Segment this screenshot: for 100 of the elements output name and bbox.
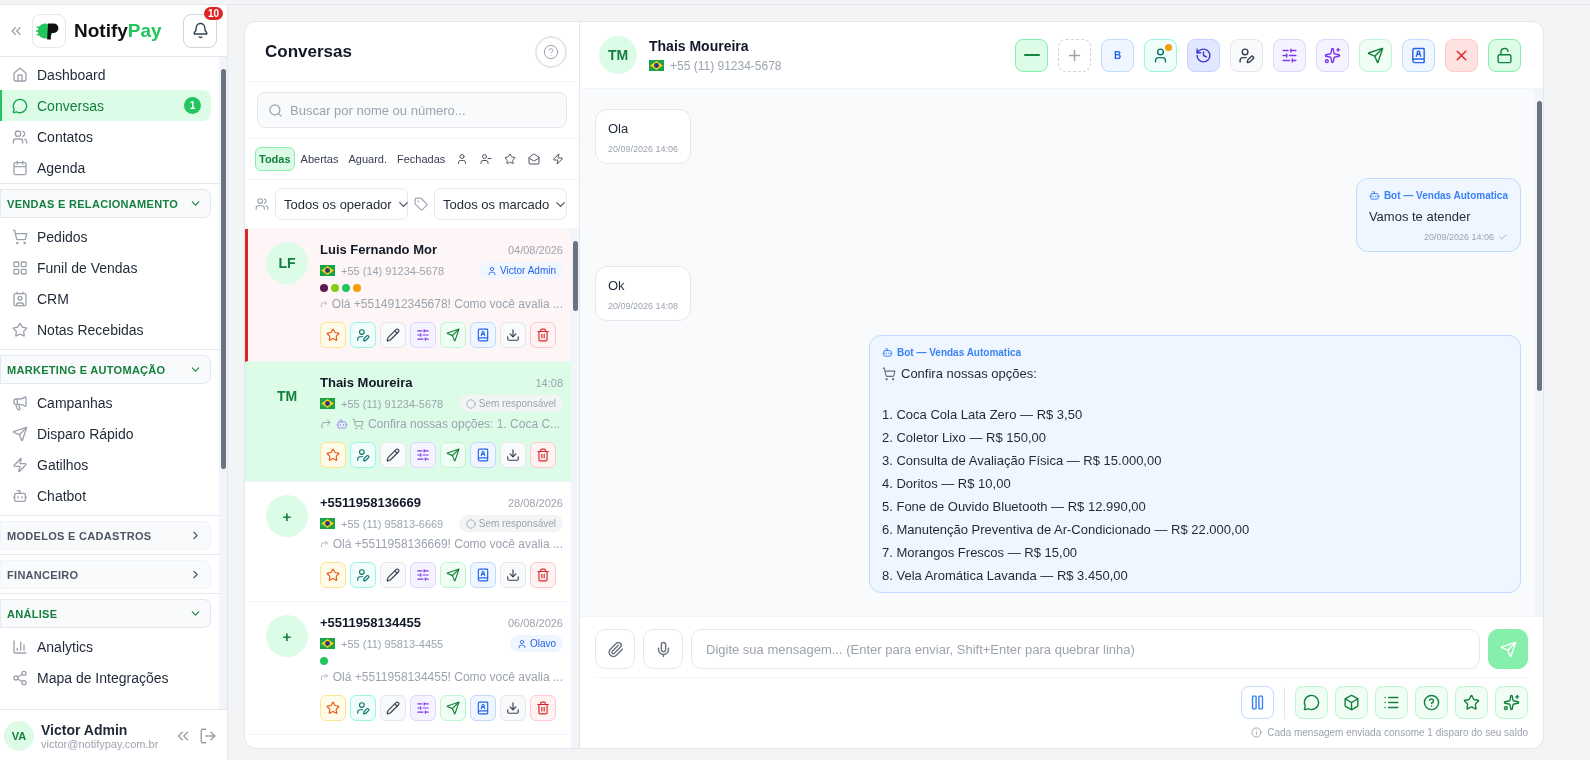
filter-tab[interactable]: Fechadas	[393, 147, 450, 171]
favorite-button[interactable]	[320, 695, 346, 721]
nav-item[interactable]: Analytics	[0, 631, 211, 662]
assign-button[interactable]	[350, 562, 376, 588]
contact-avatar: LF	[266, 242, 308, 284]
logout-button[interactable]	[199, 726, 217, 745]
edit-button[interactable]	[380, 695, 406, 721]
phone-number: +55 (11) 95813-6669	[341, 517, 444, 530]
tag-select[interactable]: Todos os marcado	[434, 188, 567, 220]
assign-button[interactable]	[350, 695, 376, 721]
user-email: victor@notifypay.com.br	[41, 737, 160, 750]
menu-item-text: 7. Morangos Frescos — R$ 15,00	[882, 545, 1079, 560]
download-button[interactable]	[500, 442, 526, 468]
minimize-button[interactable]	[1015, 38, 1048, 72]
settings-button[interactable]	[410, 695, 436, 721]
edit-button[interactable]	[380, 562, 406, 588]
send-button[interactable]	[440, 695, 466, 721]
settings-button[interactable]	[410, 322, 436, 348]
nav-item[interactable]: Dashboard	[0, 59, 211, 90]
whatsapp-button[interactable]	[1295, 686, 1328, 719]
ai-button[interactable]	[1316, 38, 1349, 72]
favorite-button[interactable]	[1455, 686, 1488, 719]
trash-icon	[536, 448, 550, 462]
star-icon	[504, 153, 517, 165]
nav-item[interactable]: Disparo Rápido	[0, 418, 211, 449]
settings-button[interactable]	[1273, 38, 1306, 72]
contact-button[interactable]	[1402, 38, 1435, 72]
filter-tab[interactable]: Abertas	[296, 147, 343, 171]
nav-item[interactable]: Contatos	[0, 121, 211, 152]
transfer-button[interactable]	[1230, 38, 1263, 72]
download-button[interactable]	[500, 695, 526, 721]
section-header[interactable]: VENDAS E RELACIONAMENTO	[0, 189, 211, 218]
assign-button[interactable]	[1144, 38, 1177, 72]
message-input[interactable]: Digite sua mensagem... (Enter para enviar, Shift+Enter para quebrar linha)	[691, 629, 1480, 669]
send-button[interactable]	[440, 442, 466, 468]
send-button[interactable]	[1359, 38, 1392, 72]
assign-button[interactable]	[350, 322, 376, 348]
ai-button[interactable]	[1495, 686, 1528, 719]
download-icon	[506, 701, 520, 715]
send-button[interactable]	[440, 322, 466, 348]
contact-avatar: +	[266, 615, 308, 657]
nav-item[interactable]: Campanhas	[0, 387, 211, 418]
message-text: Ok	[608, 278, 626, 293]
nav-item[interactable]: Conversas 1	[0, 90, 211, 121]
settings-button[interactable]	[410, 562, 436, 588]
nav-item[interactable]: Pedidos	[0, 221, 211, 252]
cart-icon	[352, 418, 364, 430]
help-button[interactable]	[1415, 686, 1448, 719]
edit-button[interactable]	[380, 442, 406, 468]
conversation-time: 28/08/2026	[507, 496, 563, 509]
nav-item[interactable]: Agenda	[0, 152, 211, 183]
scrollbar[interactable]	[1535, 89, 1543, 616]
user-minus-icon	[480, 153, 493, 165]
scrollbar[interactable]	[571, 229, 579, 748]
megaphone-icon	[12, 394, 28, 411]
star-icon	[1463, 694, 1480, 711]
nav-item[interactable]: Gatilhos	[0, 449, 211, 480]
send-button[interactable]	[440, 562, 466, 588]
microphone-button[interactable]	[643, 629, 683, 669]
search-field[interactable]: Buscar por nome ou número...	[257, 92, 567, 128]
list-button[interactable]	[1375, 686, 1408, 719]
nav-item[interactable]: Funil de Vendas	[0, 252, 211, 283]
nav-item[interactable]: Notas Recebidas	[0, 314, 211, 345]
favorite-button[interactable]	[320, 562, 346, 588]
nav-item[interactable]: Chatbot	[0, 480, 211, 511]
section-header[interactable]: MODELOS E CADASTROS	[0, 521, 211, 550]
favorite-button[interactable]	[320, 442, 346, 468]
delete-button[interactable]	[530, 322, 556, 348]
edit-button[interactable]	[380, 322, 406, 348]
contact-button[interactable]	[470, 562, 496, 588]
settings-button[interactable]	[410, 442, 436, 468]
menu-item-text: 6. Manutenção Preventiva de Ar-Condicionado — R$ 22.000,00	[882, 522, 1251, 537]
delete-button[interactable]	[530, 562, 556, 588]
section-header[interactable]: FINANCEIRO	[0, 560, 211, 589]
filter-tab[interactable]: Aguard.	[344, 147, 392, 171]
favorite-button[interactable]	[320, 322, 346, 348]
unlock-button[interactable]	[1488, 38, 1521, 72]
product-button[interactable]	[1335, 686, 1368, 719]
close-button[interactable]	[1445, 38, 1478, 72]
download-button[interactable]	[500, 322, 526, 348]
attach-button[interactable]	[595, 629, 635, 669]
delete-button[interactable]	[530, 442, 556, 468]
scrollbar[interactable]	[219, 57, 227, 709]
section-header[interactable]: ANÁLISE	[0, 599, 211, 628]
filter-tab[interactable]: Todas	[255, 147, 295, 171]
nav-item[interactable]: CRM	[0, 283, 211, 314]
section-header[interactable]: MARKETING E AUTOMAÇÃO	[0, 355, 211, 384]
bot-button[interactable]: B	[1101, 38, 1134, 72]
delete-button[interactable]	[530, 695, 556, 721]
download-button[interactable]	[500, 562, 526, 588]
contact-button[interactable]	[470, 442, 496, 468]
operator-select[interactable]: Todos os operador	[275, 188, 408, 220]
contact-button[interactable]	[470, 322, 496, 348]
conversation-row[interactable]: LF Luis Fernando Mor 04/08/2026 +55 (14) 91234-5678 Victor Admin Olá +5514912345678! Como você avalia ...	[245, 229, 571, 362]
pause-button[interactable]	[1241, 686, 1274, 719]
conversation-row[interactable]: TM Thais Moureira 14:08 +55 (11) 91234-5678 Sem responsável Confira nossas opções: 1. Coca C...	[245, 362, 571, 482]
history-button[interactable]	[1187, 38, 1220, 72]
contact-button[interactable]	[470, 695, 496, 721]
nav-item[interactable]: Mapa de Integrações	[0, 662, 211, 693]
assign-button[interactable]	[350, 442, 376, 468]
